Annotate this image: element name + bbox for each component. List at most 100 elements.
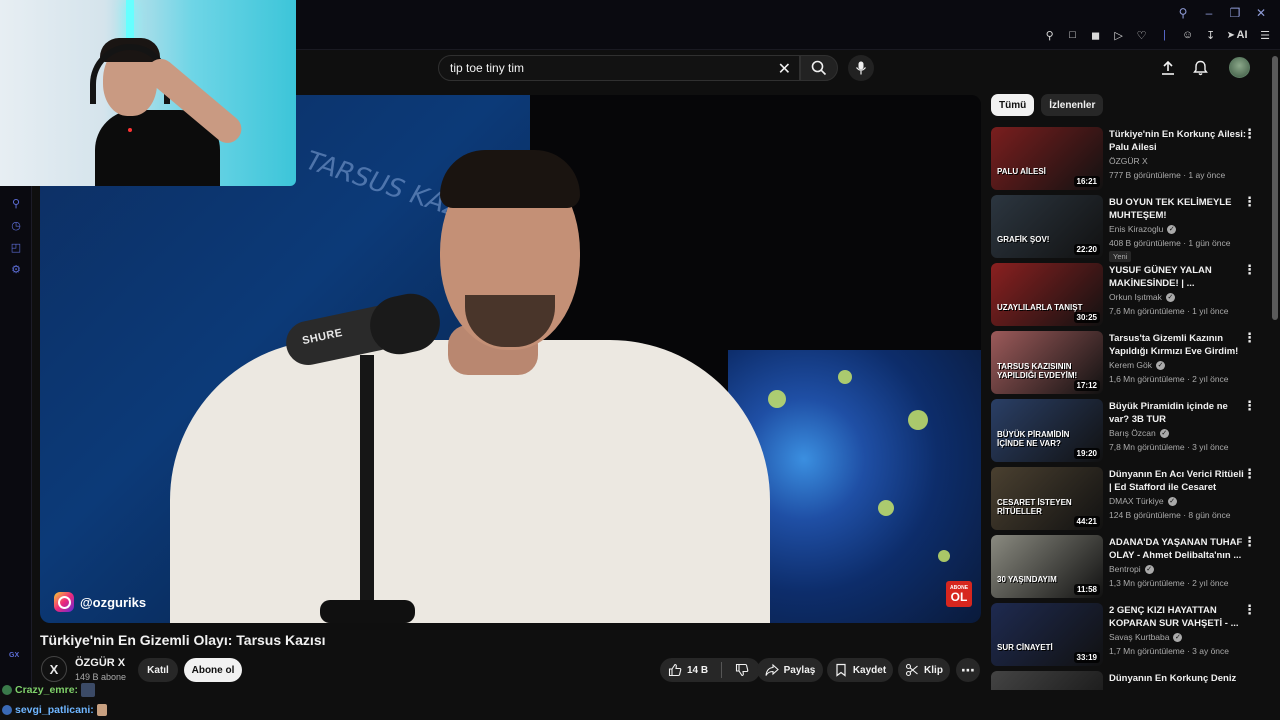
more-vertical-icon[interactable]: ⋮ [1243,331,1256,344]
channel-avatar[interactable]: X [41,656,67,682]
video-thumbnail[interactable]: SUR CİNAYETİ 33:19 [991,603,1103,666]
recommendations-list: PALU AİLESİ 16:21 Türkiye'nin En Korkunç A… [991,127,1268,690]
recommended-video[interactable]: 30 YAŞINDAYIM 11:58 ADANA'DA YAŞANAN TUHAF… [991,535,1268,603]
video-thumbnail[interactable]: PALU AİLESİ 16:21 [991,127,1103,190]
video-thumbnail[interactable]: 30 YAŞINDAYIM 11:58 [991,535,1103,598]
subscribe-watermark[interactable]: ABONE OL [946,581,972,607]
headset-light [128,128,132,132]
recommended-channel[interactable]: DMAX Türkiye ✓ [1109,496,1177,506]
video-thumbnail[interactable]: GRAFİK ŞOV! 22:20 [991,195,1103,258]
recommended-video[interactable]: CESARET İSTEYEN RİTÜELLER 44:21 Dünyanın E… [991,467,1268,535]
thumbs-down-icon [736,663,749,677]
recommended-channel-name: Bentropi [1109,564,1141,574]
restore-icon[interactable]: ❐ [1228,6,1242,20]
search-button[interactable] [800,55,838,81]
pin-icon[interactable]: ⚲ [1043,28,1057,42]
save-button[interactable]: Kaydet [827,658,893,682]
voice-search-button[interactable] [848,55,874,81]
video-thumbnail[interactable]: TARSUS KAZISININ YAPILDIĞI EVDEYİM! 17:12 [991,331,1103,394]
dislike-button[interactable] [735,663,749,677]
clear-search-icon[interactable]: ✕ [778,59,791,79]
more-vertical-icon[interactable]: ⋮ [1243,127,1256,140]
search-query[interactable]: tip toe tiny tim [450,61,524,75]
recommended-video-title[interactable]: BU OYUN TEK KELİMEYLE MUHTEŞEM! [1109,196,1247,222]
shield-icon[interactable]: ◼ [1089,28,1103,42]
more-vertical-icon[interactable]: ⋮ [1243,195,1256,208]
recommended-video-title[interactable]: 2 GENÇ KIZI HAYATTAN KOPARAN SUR VAHŞETİ… [1109,604,1247,630]
video-meta: 408 B görüntüleme · 1 gün önce [1109,238,1231,248]
minimize-icon[interactable]: – [1202,6,1216,20]
more-vertical-icon[interactable]: ⋮ [1243,467,1256,480]
play-icon[interactable]: ▷ [1112,28,1126,42]
video-meta: 124 B görüntüleme · 8 gün önce [1109,510,1231,520]
recommended-video-title[interactable]: Türkiye'nin En Korkunç Ailesi: Palu Aile… [1109,128,1247,154]
recommended-video-title[interactable]: Dünyanın En Acı Verici Ritüeli | Ed Staf… [1109,468,1247,495]
instagram-watermark: @ozguriks [54,592,146,612]
more-actions-button[interactable]: ⋯ [956,658,980,682]
recommended-video[interactable]: Dünyanın En Korkunç Deniz [991,671,1268,690]
more-vertical-icon[interactable]: ⋮ [1243,603,1256,616]
pin-rail-icon[interactable]: ⚲ [9,196,23,210]
notifications-bell-icon[interactable] [1190,58,1210,78]
recommended-channel[interactable]: Savaş Kurtbaba ✓ [1109,632,1183,642]
search-icon[interactable]: ⚲ [1176,6,1190,20]
recommended-video[interactable]: PALU AİLESİ 16:21 Türkiye'nin En Korkunç A… [991,127,1268,195]
share-button[interactable]: Paylaş [757,658,823,682]
heart-icon[interactable]: ♡ [1135,28,1149,42]
upload-icon[interactable] [1158,58,1178,78]
recommended-video-title[interactable]: Tarsus'ta Gizemli Kazının Yapıldığı Kırm… [1109,332,1247,358]
menu-icon[interactable]: ☰ [1258,28,1272,42]
recommended-video-title[interactable]: Dünyanın En Korkunç Deniz [1109,672,1247,685]
more-vertical-icon[interactable]: ⋮ [1243,535,1256,548]
recommended-channel-name: Savaş Kurtbaba [1109,632,1170,642]
ai-button[interactable]: ➤ AI [1227,28,1249,42]
recommended-video[interactable]: SUR CİNAYETİ 33:19 2 GENÇ KIZI HAYATTAN KO… [991,603,1268,671]
subscribe-button[interactable]: Abone ol [184,658,242,682]
video-meta: 1,6 Mn görüntüleme · 2 yıl önce [1109,374,1229,384]
filter-chip-watched[interactable]: İzlenenler [1041,94,1104,116]
verified-check-icon: ✓ [1165,292,1175,302]
search-input[interactable]: tip toe tiny tim ✕ [438,55,800,81]
thumbnail-text: GRAFİK ŞOV! [997,235,1050,244]
recommended-channel[interactable]: Orkun Işıtmak ✓ [1109,292,1175,302]
recommended-video[interactable]: TARSUS KAZISININ YAPILDIĞI EVDEYİM! 17:12… [991,331,1268,399]
video-thumbnail[interactable]: CESARET İSTEYEN RİTÜELLER 44:21 [991,467,1103,530]
like-divider [721,662,723,678]
recommended-video[interactable]: GRAFİK ŞOV! 22:20 BU OYUN TEK KELİMEYLE MU… [991,195,1268,263]
thumbnail-text: SUR CİNAYETİ [997,643,1053,652]
recommended-channel[interactable]: Bentropi ✓ [1109,564,1154,574]
close-icon[interactable]: ✕ [1254,6,1268,20]
download-icon[interactable]: ↧ [1204,28,1218,42]
recommended-channel[interactable]: Kerem Gök ✓ [1109,360,1165,370]
join-button[interactable]: Katıl [138,658,178,682]
recommended-video-title[interactable]: YUSUF GÜNEY YALAN MAKİNESİNDE! | ... [1109,264,1247,290]
recommended-video[interactable]: BÜYÜK PİRAMİDİN İÇİNDE NE VAR? 19:20 Büyük… [991,399,1268,467]
verified-check-icon: ✓ [1156,360,1165,370]
filter-chip-all[interactable]: Tümü [991,94,1035,116]
recommended-video-title[interactable]: Büyük Piramidin içinde ne var? 3B TUR [1109,400,1247,426]
profile-icon[interactable]: ☺ [1181,28,1195,42]
recommended-channel[interactable]: ÖZGÜR X [1109,156,1148,166]
recommended-channel[interactable]: Enis Kirazoglu ✓ [1109,224,1177,234]
channel-name[interactable]: ÖZGÜR X [75,657,125,669]
video-duration: 33:19 [1073,652,1100,663]
extensions-icon[interactable]: ◰ [9,240,23,254]
more-vertical-icon[interactable]: ⋮ [1243,399,1256,412]
page-scrollbar[interactable] [1272,56,1278,320]
recommended-channel[interactable]: Barış Özcan ✓ [1109,428,1169,438]
thumbnail-text: CESARET İSTEYEN RİTÜELLER [997,498,1072,516]
clip-button[interactable]: Klip [898,658,950,682]
video-thumbnail[interactable] [991,671,1103,690]
thumbnail-text: 30 YAŞINDAYIM [997,575,1057,584]
recommended-video[interactable]: UZAYLILARLA TANIŞT 30:25 YUSUF GÜNEY YALAN… [991,263,1268,331]
more-vertical-icon[interactable]: ⋮ [1243,263,1256,276]
settings-icon[interactable]: ⚙ [9,262,23,276]
video-thumbnail[interactable]: BÜYÜK PİRAMİDİN İÇİNDE NE VAR? 19:20 [991,399,1103,462]
recommended-video-title[interactable]: ADANA'DA YAŞANAN TUHAF OLAY - Ahmet Deli… [1109,536,1247,562]
user-avatar[interactable] [1229,57,1250,78]
history-icon[interactable]: ◷ [9,218,23,232]
video-thumbnail[interactable]: UZAYLILARLA TANIŞT 30:25 [991,263,1103,326]
webcam-overlay [0,0,296,186]
screenshot-icon[interactable]: □ [1066,28,1080,42]
like-button[interactable]: 14 B [668,663,708,677]
